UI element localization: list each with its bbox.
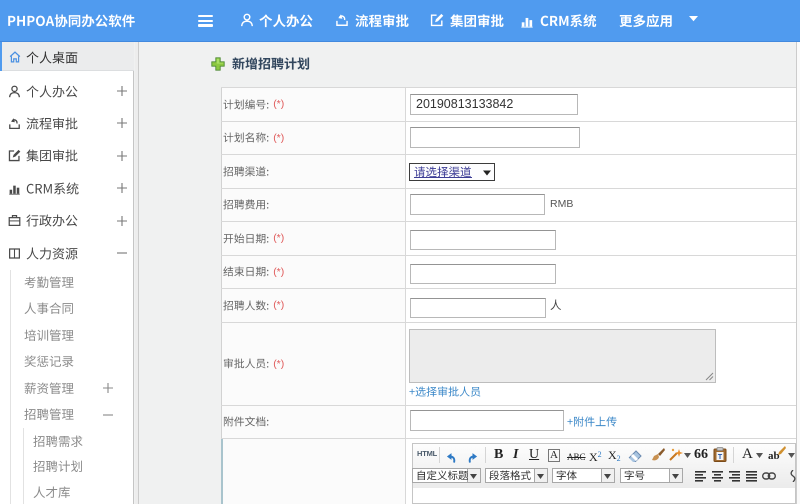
svg-text:T: T (718, 454, 723, 461)
